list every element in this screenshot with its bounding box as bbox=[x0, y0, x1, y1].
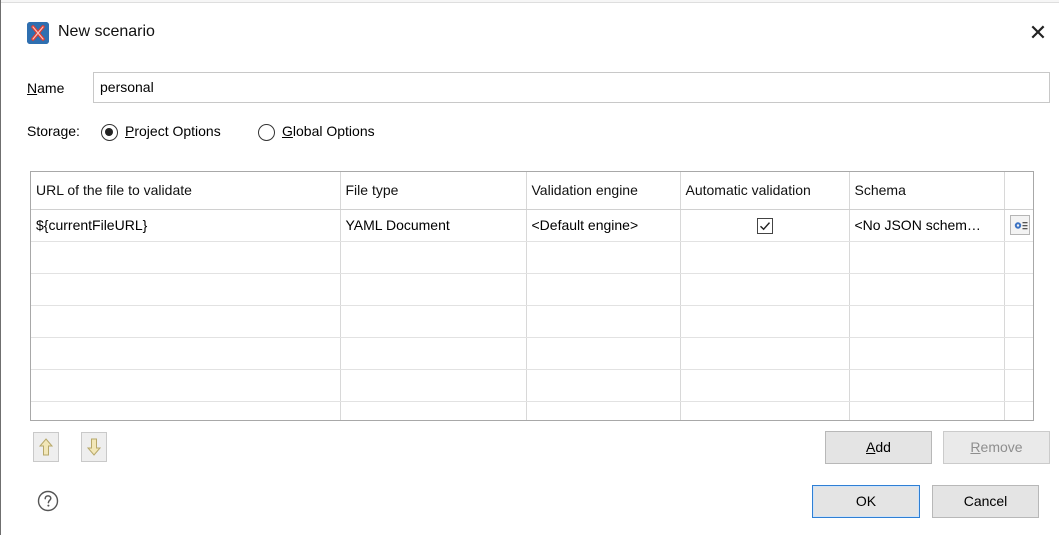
schema-settings-icon[interactable] bbox=[1009, 215, 1030, 235]
table-row bbox=[31, 273, 1033, 306]
global-options-radio[interactable] bbox=[258, 124, 275, 141]
table-row[interactable]: ${currentFileURL} YAML Document <Default… bbox=[31, 209, 1033, 242]
storage-label: Storage: bbox=[27, 123, 80, 139]
new-scenario-dialog: New scenario ✕ Name personal Storage: Pr… bbox=[0, 0, 1059, 535]
table-row bbox=[31, 241, 1033, 274]
title-bar: New scenario ✕ bbox=[1, 14, 1059, 54]
automatic-validation-cell[interactable] bbox=[680, 209, 850, 242]
schema-cell[interactable]: <No JSON schem… bbox=[849, 209, 1005, 242]
schema-action-cell bbox=[1004, 209, 1033, 242]
ok-button[interactable]: OK bbox=[812, 485, 920, 518]
remove-button[interactable]: Remove bbox=[943, 431, 1050, 464]
column-header-automatic-validation[interactable]: Automatic validation bbox=[680, 172, 850, 210]
global-options-label[interactable]: Global Options bbox=[282, 123, 375, 139]
column-header-action bbox=[1004, 172, 1033, 210]
table-row bbox=[31, 337, 1033, 370]
background-window-edge bbox=[1, 0, 1059, 3]
close-button[interactable]: ✕ bbox=[1023, 18, 1053, 48]
column-header-validation-engine[interactable]: Validation engine bbox=[526, 172, 681, 210]
scenario-table: URL of the file to validate File type Va… bbox=[30, 171, 1034, 421]
file-type-cell[interactable]: YAML Document bbox=[340, 209, 527, 242]
arrow-down-icon bbox=[87, 438, 101, 456]
table-row bbox=[31, 305, 1033, 338]
table-row bbox=[31, 369, 1033, 402]
automatic-validation-checkbox[interactable] bbox=[756, 217, 773, 234]
add-button[interactable]: Add bbox=[825, 431, 932, 464]
validation-engine-cell[interactable]: <Default engine> bbox=[526, 209, 681, 242]
project-options-radio[interactable] bbox=[101, 124, 118, 141]
dialog-title: New scenario bbox=[58, 23, 155, 40]
url-cell[interactable]: ${currentFileURL} bbox=[31, 209, 341, 242]
arrow-up-icon bbox=[39, 438, 53, 456]
name-label: Name bbox=[27, 80, 65, 96]
oxygen-x-icon bbox=[27, 22, 49, 44]
column-header-url[interactable]: URL of the file to validate bbox=[31, 172, 341, 210]
cancel-button[interactable]: Cancel bbox=[932, 485, 1039, 518]
help-icon[interactable] bbox=[37, 490, 59, 512]
move-down-button[interactable] bbox=[81, 432, 107, 462]
table-header-row: URL of the file to validate File type Va… bbox=[31, 172, 1033, 210]
project-options-label[interactable]: Project Options bbox=[125, 123, 221, 139]
table-row bbox=[31, 401, 1033, 420]
column-header-schema[interactable]: Schema bbox=[849, 172, 1005, 210]
column-header-file-type[interactable]: File type bbox=[340, 172, 527, 210]
name-input[interactable]: personal bbox=[93, 72, 1050, 103]
move-up-button[interactable] bbox=[33, 432, 59, 462]
